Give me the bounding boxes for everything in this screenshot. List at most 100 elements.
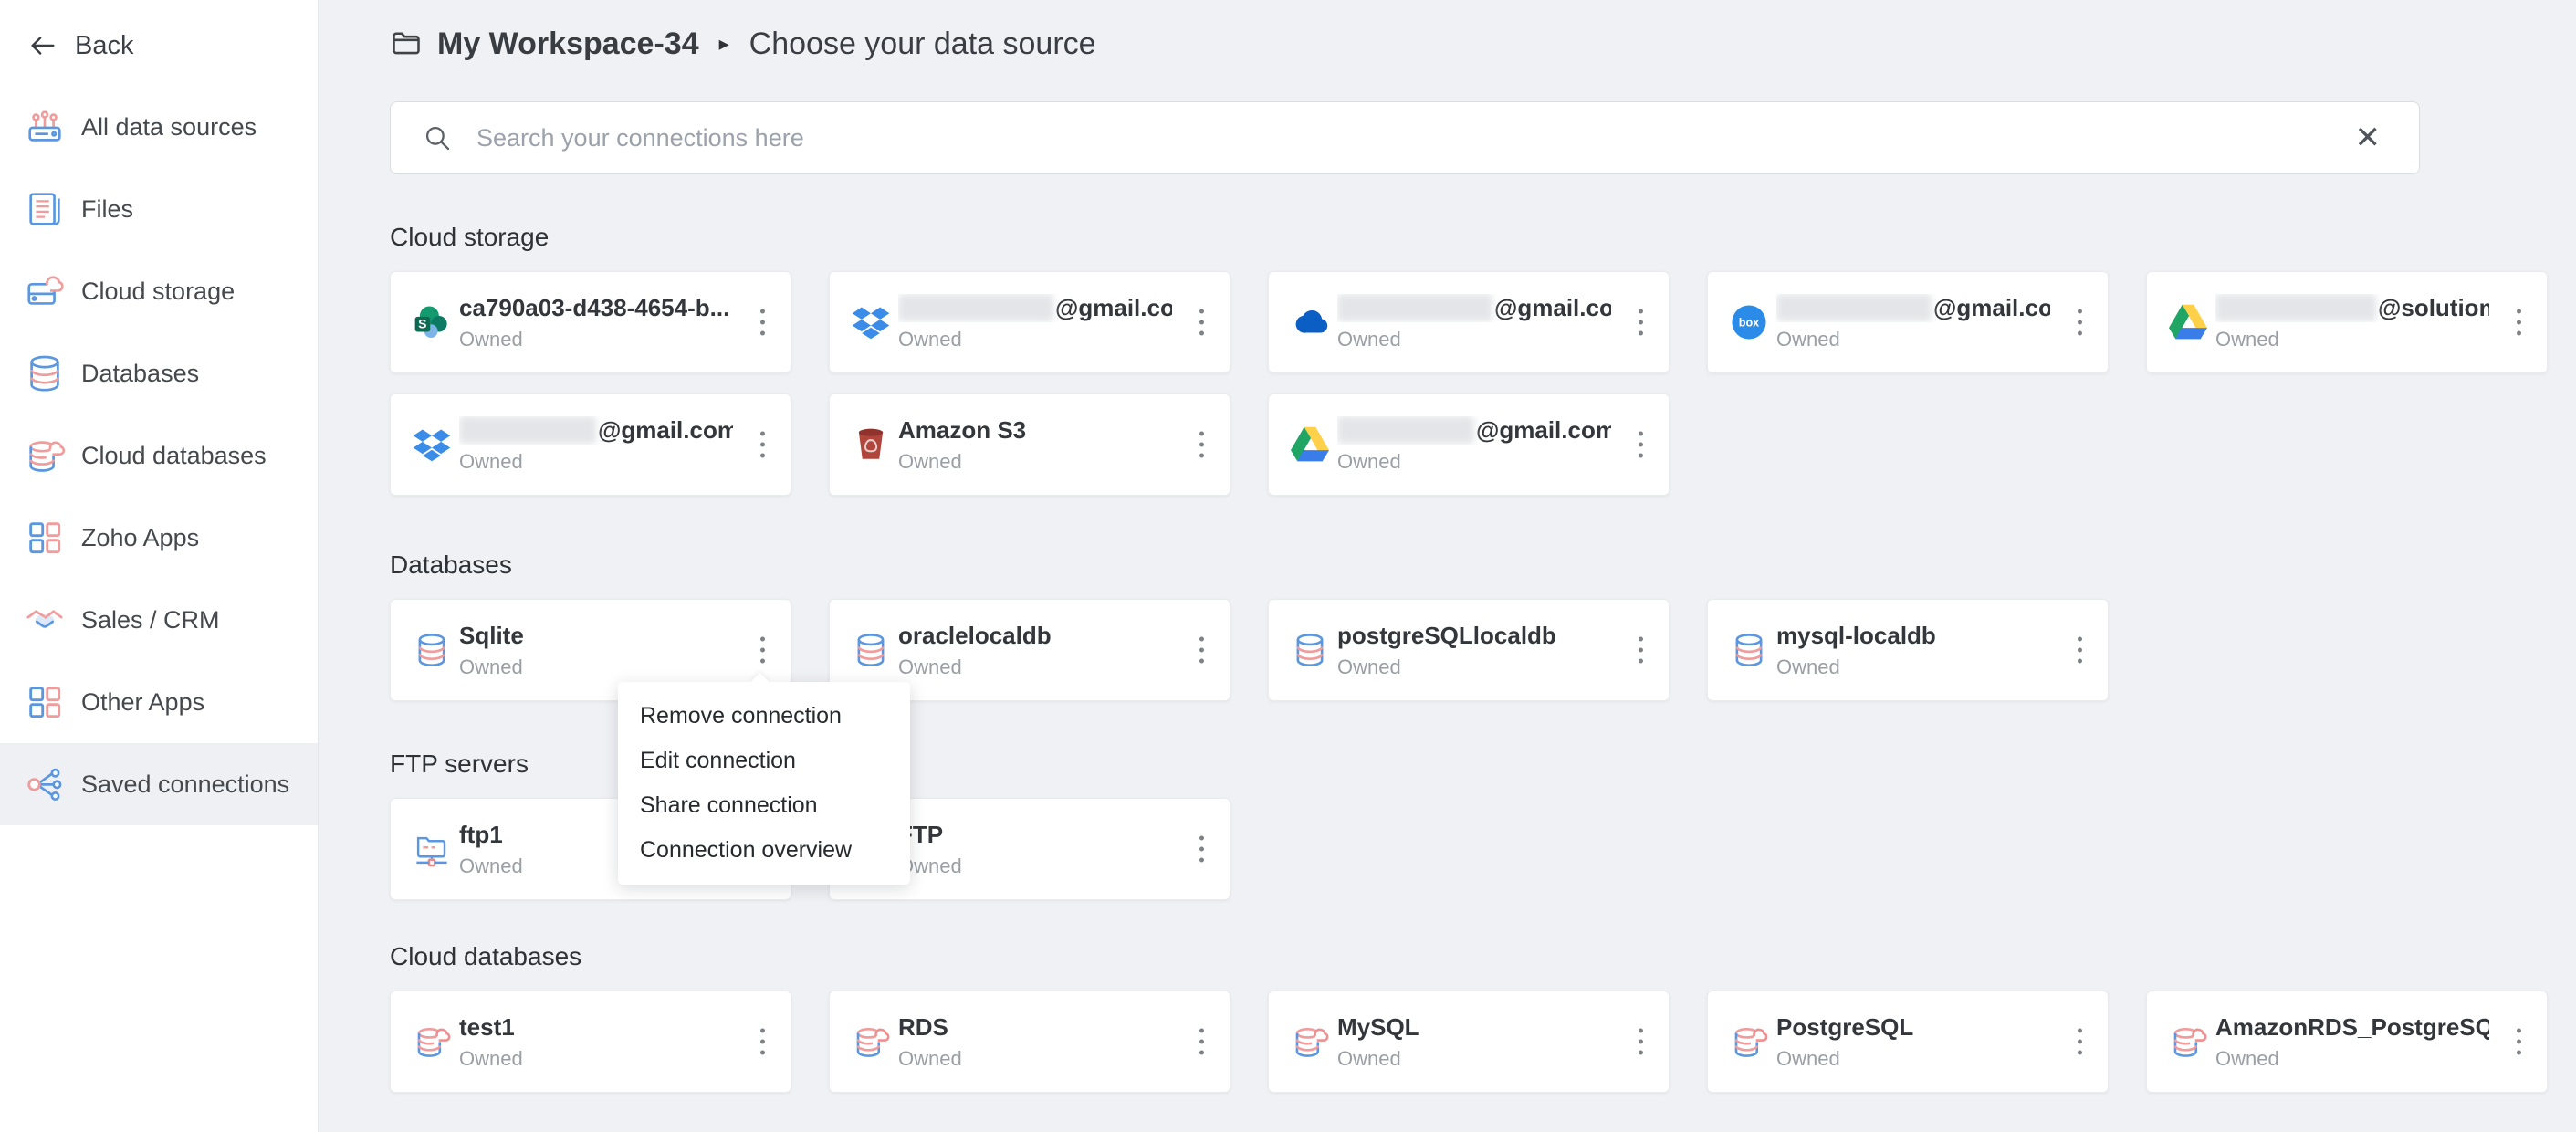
back-label: Back [75, 31, 133, 61]
menu-item-remove-connection[interactable]: Remove connection [618, 694, 910, 739]
card-text: test1Owned [459, 1013, 769, 1071]
card-menu-kebab-icon[interactable] [2070, 1022, 2089, 1063]
card-menu-kebab-icon[interactable] [753, 630, 772, 671]
connection-card[interactable]: Sca790a03-d438-4654-b...Owned [390, 271, 791, 373]
card-menu-kebab-icon[interactable] [2070, 302, 2089, 343]
card-menu-kebab-icon[interactable] [1631, 302, 1650, 343]
connection-name: RDS [898, 1013, 1172, 1042]
menu-item-edit-connection[interactable]: Edit connection [618, 739, 910, 783]
sidebar-item-all-data-sources[interactable]: All data sources [0, 86, 318, 168]
database-icon [1291, 631, 1329, 669]
app-root: Back All data sources FilesCloud storage D… [0, 0, 2576, 1132]
main-panel: My Workspace-34 ▸ Choose your data sourc… [319, 0, 2576, 1132]
sidebar-item-cloud-databases[interactable]: Cloud databases [0, 414, 318, 497]
connection-name: @gmail.com ... [1337, 416, 1611, 445]
connection-card[interactable]: mysql-localdbOwned [1707, 599, 2109, 701]
search-input[interactable] [475, 123, 2326, 153]
connection-card[interactable]: @gmail.com ... Owned [1268, 393, 1670, 496]
card-menu-kebab-icon[interactable] [1192, 630, 1211, 671]
sidebar-item-files[interactable]: Files [0, 168, 318, 250]
card-menu-kebab-icon[interactable] [1631, 630, 1650, 671]
connection-card[interactable]: @solution...Owned [2146, 271, 2548, 373]
connection-card[interactable]: @gmail.com ...Owned [390, 393, 791, 496]
card-text: ca790a03-d438-4654-b...Owned [459, 294, 769, 351]
sharepoint-icon: S [413, 303, 451, 341]
card-menu-kebab-icon[interactable] [1192, 424, 1211, 466]
sidebar-item-zoho-apps[interactable]: Zoho Apps [0, 497, 318, 579]
redacted-name-blob [2215, 294, 2376, 321]
connection-card[interactable]: postgreSQLlocaldbOwned [1268, 599, 1670, 701]
connection-name-suffix: @gmail.co... [1933, 294, 2050, 322]
sales-crm-icon [24, 599, 66, 641]
connection-name-suffix: @gmail.co... [1055, 294, 1172, 322]
clouddb-icon [1291, 1022, 1329, 1061]
owner-badge: Owned [1776, 655, 2086, 679]
connection-card[interactable]: PostgreSQLOwned [1707, 991, 2109, 1093]
owner-badge: Owned [459, 328, 769, 351]
card-menu-kebab-icon[interactable] [1192, 829, 1211, 870]
card-menu-kebab-icon[interactable] [2509, 302, 2529, 343]
clouddb-icon [1730, 1022, 1768, 1061]
connection-card[interactable]: MySQLOwned [1268, 991, 1670, 1093]
menu-item-share-connection[interactable]: Share connection [618, 783, 910, 828]
cloud-storage-icon [24, 270, 66, 312]
breadcrumb-workspace[interactable]: My Workspace-34 [437, 26, 699, 62]
owner-badge: Owned [898, 450, 1208, 474]
connection-card[interactable]: AmazonRDS_PostgreSQLOwned [2146, 991, 2548, 1093]
connection-name: @gmail.co... [898, 294, 1172, 322]
sidebar-item-sales-crm[interactable]: Sales / CRM [0, 579, 318, 661]
sidebar-item-label: Databases [81, 360, 199, 388]
owner-badge: Owned [1337, 655, 1647, 679]
connection-name: oraclelocaldb [898, 622, 1172, 650]
all-data-sources-icon [24, 106, 66, 148]
connection-card[interactable]: box@gmail.co...Owned [1707, 271, 2109, 373]
files-icon [24, 188, 66, 230]
ftp-icon [413, 830, 451, 868]
connection-card[interactable]: @gmail.co...Owned [1268, 271, 1670, 373]
gdrive-icon [1291, 425, 1329, 464]
sidebar-item-label: Zoho Apps [81, 524, 199, 552]
back-button[interactable]: Back [0, 0, 318, 64]
connection-card[interactable]: RDSOwned [829, 991, 1230, 1093]
card-menu-kebab-icon[interactable] [753, 302, 772, 343]
owner-badge: Owned [459, 655, 769, 679]
connection-card[interactable]: @gmail.co... Owned [829, 271, 1230, 373]
card-menu-kebab-icon[interactable] [2070, 630, 2089, 671]
card-menu-kebab-icon[interactable] [1631, 424, 1650, 466]
dropbox-icon [413, 425, 451, 464]
sidebar-item-other-apps[interactable]: Other Apps [0, 661, 318, 743]
clear-search-icon[interactable]: ✕ [2348, 119, 2389, 157]
card-menu-kebab-icon[interactable] [753, 1022, 772, 1063]
card-menu-kebab-icon[interactable] [1192, 1022, 1211, 1063]
sidebar: Back All data sources FilesCloud storage D… [0, 0, 319, 1132]
card-text: @gmail.com ... Owned [1337, 416, 1647, 474]
box-icon: box [1730, 303, 1768, 341]
redacted-name-blob [1337, 416, 1474, 444]
redacted-name-blob [1337, 294, 1492, 321]
card-menu-kebab-icon[interactable] [1192, 302, 1211, 343]
sidebar-item-label: Sales / CRM [81, 606, 220, 634]
connection-name: @gmail.co... [1337, 294, 1611, 322]
connection-name-suffix: @solution... [2378, 294, 2489, 322]
owner-badge: Owned [1337, 450, 1647, 474]
sidebar-item-label: All data sources [81, 113, 257, 142]
s3-icon [852, 425, 890, 464]
connection-card[interactable]: test1Owned [390, 991, 791, 1093]
card-grid: Sca790a03-d438-4654-b...Owned @gmail.co..… [390, 271, 2548, 496]
sidebar-item-saved-connections[interactable]: Saved connections [0, 743, 318, 825]
card-menu-kebab-icon[interactable] [1631, 1022, 1650, 1063]
card-menu-kebab-icon[interactable] [753, 424, 772, 466]
card-menu-kebab-icon[interactable] [2509, 1022, 2529, 1063]
connection-card[interactable]: Amazon S3Owned [829, 393, 1230, 496]
sidebar-item-cloud-storage[interactable]: Cloud storage [0, 250, 318, 332]
dropbox-icon [852, 303, 890, 341]
connection-name: @solution... [2215, 294, 2489, 322]
owner-badge: Owned [898, 328, 1208, 351]
connection-name: @gmail.com ... [459, 416, 733, 445]
connection-name-suffix: @gmail.co... [1494, 294, 1611, 322]
owner-badge: Owned [898, 854, 1208, 878]
owner-badge: Owned [459, 1047, 769, 1071]
database-icon [413, 631, 451, 669]
menu-item-connection-overview[interactable]: Connection overview [618, 828, 910, 873]
sidebar-item-databases[interactable]: Databases [0, 332, 318, 414]
